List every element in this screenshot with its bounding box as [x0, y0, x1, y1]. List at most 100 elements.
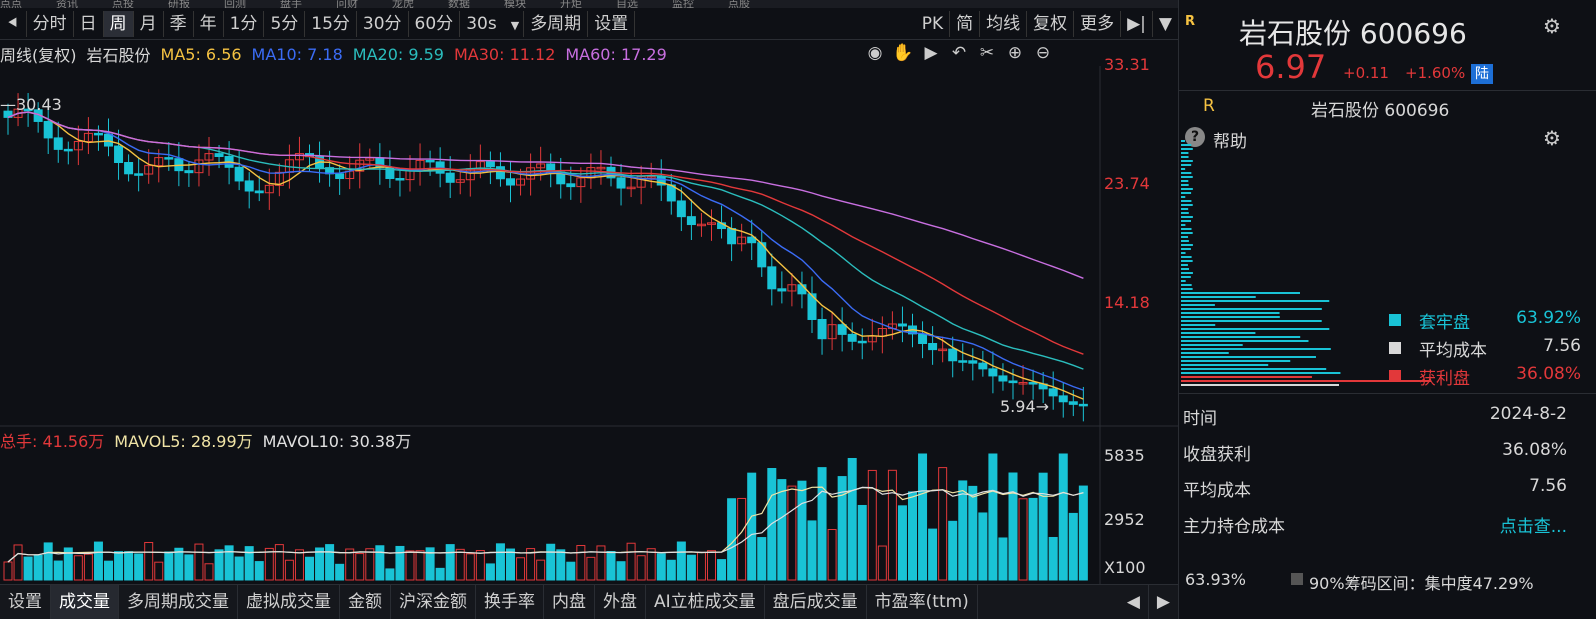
volume-tick-label: 5835	[1104, 446, 1145, 465]
chip-bar	[1181, 156, 1189, 158]
toolbar-button[interactable]: PK	[916, 11, 951, 37]
gear-icon[interactable]: ⚙	[1543, 14, 1561, 38]
top-menu-item[interactable]: 点点	[0, 0, 22, 8]
volume-bar	[656, 553, 666, 581]
toolbar-button[interactable]: 简	[950, 11, 981, 37]
candle-body	[928, 343, 938, 351]
chip-bar	[1181, 200, 1192, 202]
period-tab[interactable]: 60分	[409, 10, 461, 37]
period-tab[interactable]: 30分	[357, 10, 409, 37]
legend-swatch	[1389, 314, 1401, 326]
indicator-tab[interactable]: AI立桩成交量	[646, 585, 765, 619]
candle-body	[676, 200, 686, 218]
volume-bar	[1018, 498, 1028, 581]
volume-bar	[887, 469, 897, 581]
chip-stat-row[interactable]: 主力持仓成本 点击查...	[1183, 512, 1567, 537]
volume-bar	[83, 553, 93, 581]
candle-body	[506, 178, 515, 186]
ma-line	[7, 111, 1084, 355]
volume-bar	[475, 550, 485, 581]
period-tab[interactable]: 5分	[264, 10, 306, 37]
vol-legend-item[interactable]: MAVOL10: 30.38万	[263, 428, 412, 452]
vol-legend-item[interactable]: 总手: 41.56万	[0, 428, 104, 452]
volume-bar	[777, 479, 787, 581]
candle-body	[114, 145, 124, 164]
top-menu-item[interactable]: 回测	[224, 0, 246, 8]
period-tab[interactable]: 15分	[305, 10, 357, 37]
stat-value[interactable]: 点击查...	[1500, 512, 1567, 537]
indicator-tab[interactable]: 换手率	[476, 585, 544, 619]
top-menu-item[interactable]: 数据	[448, 0, 470, 8]
range-swatch	[1291, 573, 1303, 585]
collapse-right-icon[interactable]: ▶|	[1121, 11, 1153, 37]
indicator-tab[interactable]: 虚拟成交量	[238, 585, 340, 619]
indicator-tab[interactable]: 设置	[0, 585, 51, 619]
chip-bar	[1181, 208, 1189, 210]
volume-bar	[827, 529, 837, 581]
volume-bar	[335, 563, 345, 581]
indicator-tab[interactable]: 盘后成交量	[765, 585, 867, 619]
right-panel: R 岩石股份 600696 ⚙ 6.97 +0.11 +1.60% 陆 R 岩石…	[1178, 0, 1596, 619]
volume-bar	[757, 537, 767, 581]
candle-body	[164, 157, 174, 160]
gear-icon[interactable]: ⚙	[1543, 126, 1561, 150]
candle-body	[857, 340, 867, 344]
volume-bar	[516, 557, 526, 581]
vol-legend-item[interactable]: MAVOL5: 28.99万	[114, 428, 252, 452]
kline-chart[interactable]: 33.31 23.74 14.18 5835 2952 X100 —30.43 5.94→	[0, 40, 1178, 584]
chip-stat-row: 收盘获利 36.08%	[1183, 440, 1567, 465]
chip-stat-row: 平均成本 7.56	[1183, 476, 1567, 501]
toolbar-button[interactable]: 复权	[1027, 11, 1075, 37]
top-menu-item[interactable]: 自选	[616, 0, 638, 8]
indicator-tab[interactable]: 外盘	[595, 585, 646, 619]
candle-body	[234, 166, 244, 182]
chip-bar	[1181, 240, 1189, 242]
indicator-tab[interactable]: 市盈率(ttm)	[867, 585, 978, 619]
period-tab[interactable]: 月	[134, 10, 164, 37]
chip-bar	[1181, 268, 1190, 270]
period-tab[interactable]: 日	[74, 10, 104, 37]
period-tab[interactable]: 1分	[224, 10, 265, 37]
period-tab[interactable]: 设置	[588, 10, 636, 37]
chevron-left-icon[interactable]: ◀	[1119, 585, 1149, 619]
toolbar-button[interactable]: 更多	[1074, 11, 1122, 37]
chevron-down-icon[interactable]: ▼	[1153, 11, 1178, 37]
period-tab[interactable]: 周	[103, 10, 134, 37]
period-tab[interactable]: 30s ▼	[460, 10, 525, 37]
volume-bar	[998, 537, 1008, 581]
indicator-tab[interactable]: 多周期成交量	[119, 585, 238, 619]
legend-swatch	[1389, 342, 1401, 354]
volume-bar	[606, 551, 616, 581]
toolbar-button[interactable]: 均线	[980, 11, 1028, 37]
volume-bar	[375, 545, 385, 581]
top-menu-item[interactable]: 问财	[336, 0, 358, 8]
top-menu-item[interactable]: 开炬	[560, 0, 582, 8]
top-menu-item[interactable]: 资讯	[56, 0, 78, 8]
top-menu-item[interactable]: 研报	[168, 0, 190, 8]
top-menu-item[interactable]: 点股	[728, 0, 750, 8]
chevron-right-icon[interactable]: ▶	[1149, 585, 1178, 619]
candle-body	[616, 177, 626, 189]
top-menu-item[interactable]: 模块	[504, 0, 526, 8]
indicator-tab[interactable]: 成交量	[51, 585, 119, 619]
stat-label: 主力持仓成本	[1183, 517, 1285, 537]
top-menu-item[interactable]: 龙虎	[392, 0, 414, 8]
volume-bar	[877, 545, 887, 581]
top-menu-item[interactable]: 盘手	[280, 0, 302, 8]
indicator-tab[interactable]: 金额	[340, 585, 391, 619]
period-tab[interactable]: 多周期	[524, 10, 589, 37]
period-tab[interactable]: 分时	[27, 10, 74, 37]
candle-body	[918, 333, 928, 345]
back-arrow-icon[interactable]: ⯇	[0, 10, 27, 37]
indicator-tab[interactable]: 内盘	[544, 585, 595, 619]
indicator-tab[interactable]: 沪深金额	[391, 585, 476, 619]
period-tab[interactable]: 年	[194, 10, 224, 37]
top-menu-item[interactable]: 监控	[672, 0, 694, 8]
top-menu-item[interactable]: 点投	[112, 0, 134, 8]
volume-bar	[1038, 472, 1048, 581]
period-tab[interactable]: 季	[164, 10, 194, 37]
chip-legend-row: 平均成本 7.56	[1389, 336, 1589, 361]
price-change: +0.11	[1343, 64, 1389, 82]
top-menu[interactable]: 点点 资讯 点投 研报 回测 盘手 问财 龙虎 数据 模块 开炬 自选 监控 点股	[0, 0, 1178, 8]
chip-bar	[1181, 216, 1193, 218]
